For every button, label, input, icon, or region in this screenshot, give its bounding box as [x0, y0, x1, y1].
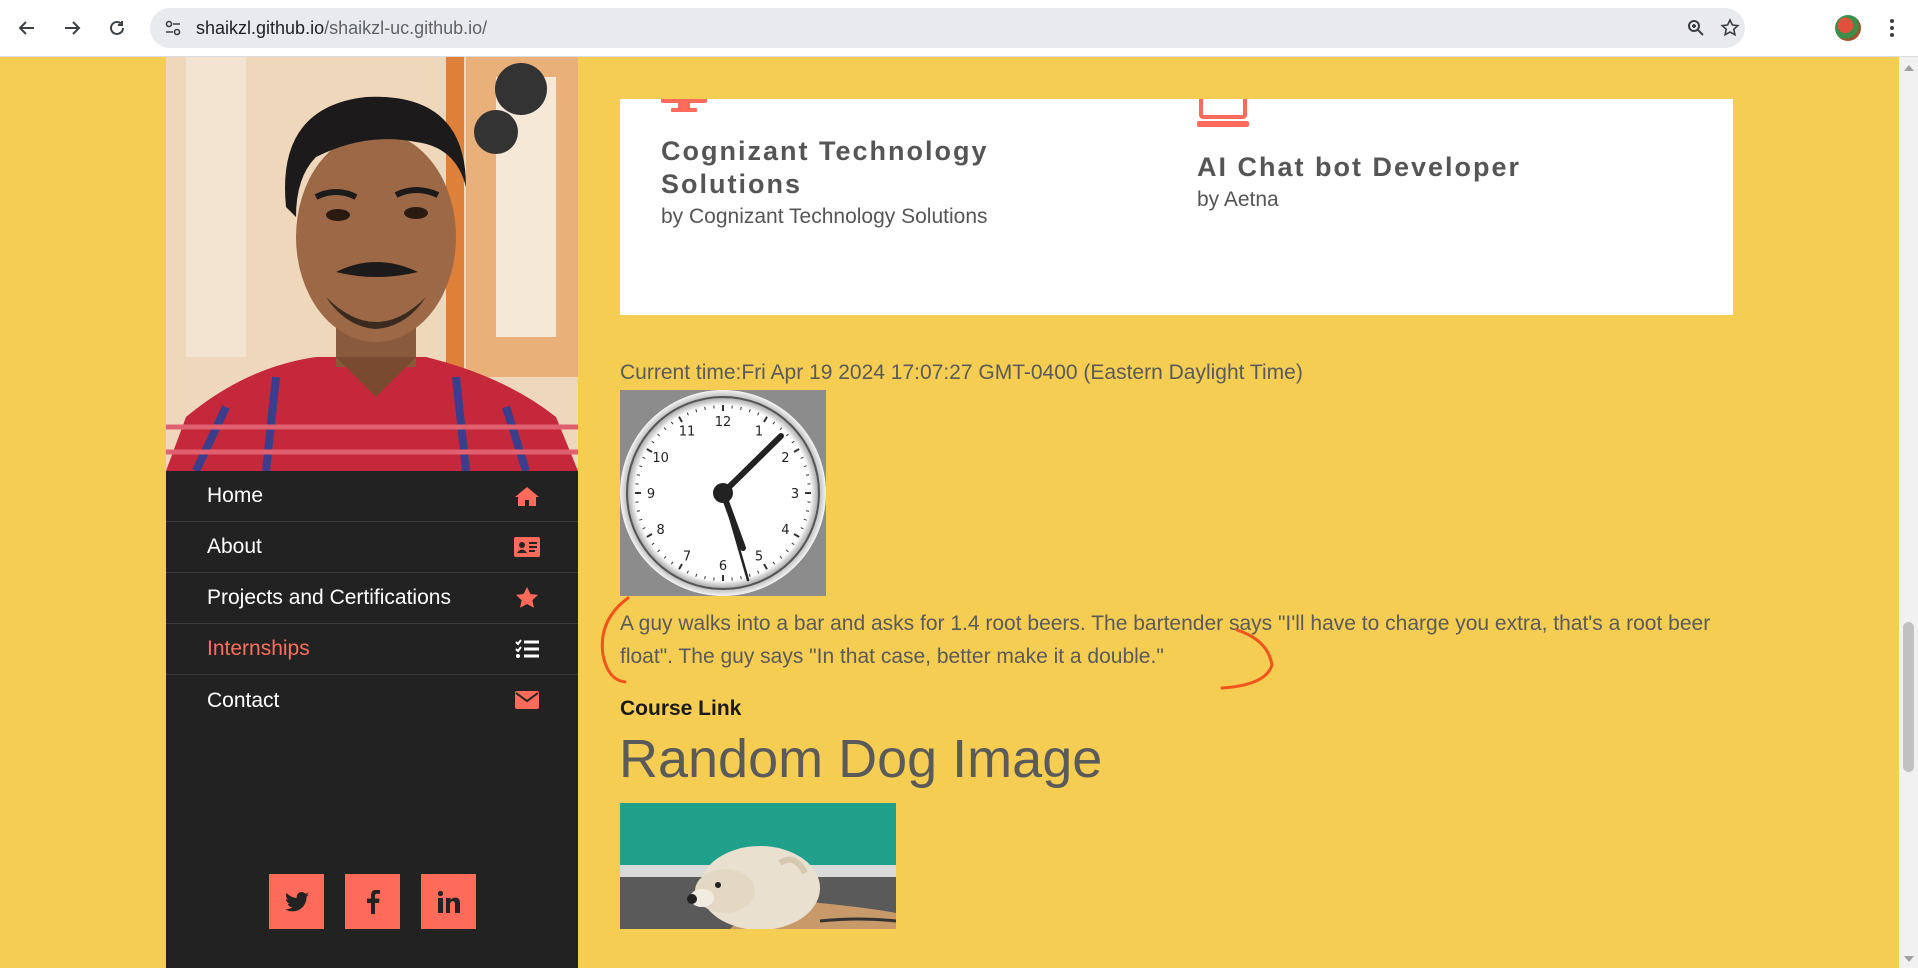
current-time: Current time:Fri Apr 19 2024 17:07:27 GM… — [620, 361, 1303, 384]
nav-item-about[interactable]: About — [166, 522, 578, 573]
random-dog-image — [620, 803, 896, 929]
twitter-icon — [284, 891, 309, 911]
main-nav: Home About Projects and Certifications I… — [166, 471, 578, 726]
site-info-icon[interactable] — [162, 17, 184, 39]
id-card-icon — [514, 536, 540, 558]
social-links — [269, 874, 476, 929]
clock-tick — [704, 406, 706, 410]
linkedin-icon — [437, 890, 460, 913]
nav-label: Home — [207, 484, 264, 507]
clock-numeral: 2 — [781, 451, 789, 466]
zoom-icon[interactable] — [1685, 17, 1707, 39]
twitter-button[interactable] — [269, 874, 324, 929]
clock-numeral: 10 — [652, 451, 669, 466]
home-icon — [514, 485, 540, 507]
clock-tick — [636, 510, 640, 512]
nav-item-contact[interactable]: Contact — [166, 675, 578, 726]
url-text: shaikzl.github.io/shaikzl-uc.github.io/ — [196, 18, 487, 39]
dog-section-title: Random Dog Image — [619, 729, 1103, 789]
nav-item-internships[interactable]: Internships — [166, 624, 578, 675]
envelope-icon — [514, 689, 540, 711]
internship-company: by Aetna — [1197, 188, 1279, 211]
browser-toolbar: shaikzl.github.io/shaikzl-uc.github.io/ — [0, 0, 1918, 57]
clock-tick — [740, 576, 742, 580]
clock-numeral: 8 — [656, 523, 664, 538]
clock-numeral: 12 — [715, 415, 732, 430]
nav-label: Contact — [207, 688, 280, 712]
scrollbar-thumb[interactable] — [1903, 622, 1914, 772]
nav-item-home[interactable]: Home — [166, 471, 578, 522]
internships-card: Cognizant Technology Solutions by Cogniz… — [620, 99, 1733, 315]
internship-title: AI Chat bot Developer — [1197, 152, 1522, 182]
profile-photo — [166, 57, 578, 471]
analog-clock: 12 1 2 3 4 5 6 7 8 9 10 11 — [620, 390, 826, 596]
browser-menu-button[interactable] — [1880, 14, 1904, 42]
arrow-left-icon — [18, 21, 34, 35]
clock-numeral: 6 — [719, 559, 727, 574]
internship-title: Cognizant Technology Solutions — [661, 136, 989, 199]
facebook-button[interactable] — [345, 874, 400, 929]
scroll-down-arrow[interactable] — [1904, 956, 1914, 962]
facebook-icon — [366, 889, 380, 914]
clock-numeral: 4 — [781, 523, 789, 538]
clock-numeral: 3 — [791, 487, 799, 502]
internship-item: AI Chat bot Developer by Aetna — [1197, 99, 1521, 212]
sidebar: Home About Projects and Certifications I… — [166, 57, 578, 968]
clock-numeral: 1 — [755, 425, 763, 440]
clock-numeral: 7 — [683, 549, 691, 564]
clock-tick — [806, 510, 810, 512]
clock-tick — [704, 576, 706, 580]
clock-tick — [740, 406, 742, 410]
dad-joke: A guy walks into a bar and asks for 1.4 … — [620, 612, 1711, 668]
clock-numeral: 5 — [755, 549, 763, 564]
desktop-icon — [661, 99, 707, 118]
list-check-icon — [514, 638, 540, 660]
clock-tick — [636, 474, 640, 476]
address-bar[interactable]: shaikzl.github.io/shaikzl-uc.github.io/ — [150, 8, 1745, 48]
linkedin-button[interactable] — [421, 874, 476, 929]
nav-label: Internships — [207, 637, 310, 660]
arrow-right-icon — [65, 21, 81, 35]
nav-label: About — [207, 535, 262, 558]
reload-button[interactable] — [101, 12, 133, 44]
back-button[interactable] — [11, 12, 43, 44]
clock-numeral: 11 — [679, 425, 696, 440]
reload-icon — [110, 20, 124, 35]
url-host: shaikzl.github.io — [196, 18, 325, 38]
page-scrollbar[interactable] — [1899, 57, 1918, 968]
clock-tick — [806, 474, 810, 476]
star-icon — [514, 587, 540, 609]
forward-button[interactable] — [56, 12, 88, 44]
url-path: /shaikzl-uc.github.io/ — [324, 18, 488, 38]
bookmark-star-icon[interactable] — [1719, 17, 1741, 39]
nav-item-projects[interactable]: Projects and Certifications — [166, 573, 578, 624]
clock-numeral: 9 — [647, 487, 655, 502]
laptop-icon — [1197, 99, 1249, 134]
internship-item: Cognizant Technology Solutions by Cogniz… — [661, 99, 1061, 229]
scroll-up-arrow[interactable] — [1904, 65, 1914, 71]
profile-avatar[interactable] — [1835, 15, 1861, 41]
course-link[interactable]: Course Link — [620, 697, 741, 721]
internship-company: by Cognizant Technology Solutions — [661, 205, 988, 228]
nav-label: Projects and Certifications — [207, 586, 451, 609]
